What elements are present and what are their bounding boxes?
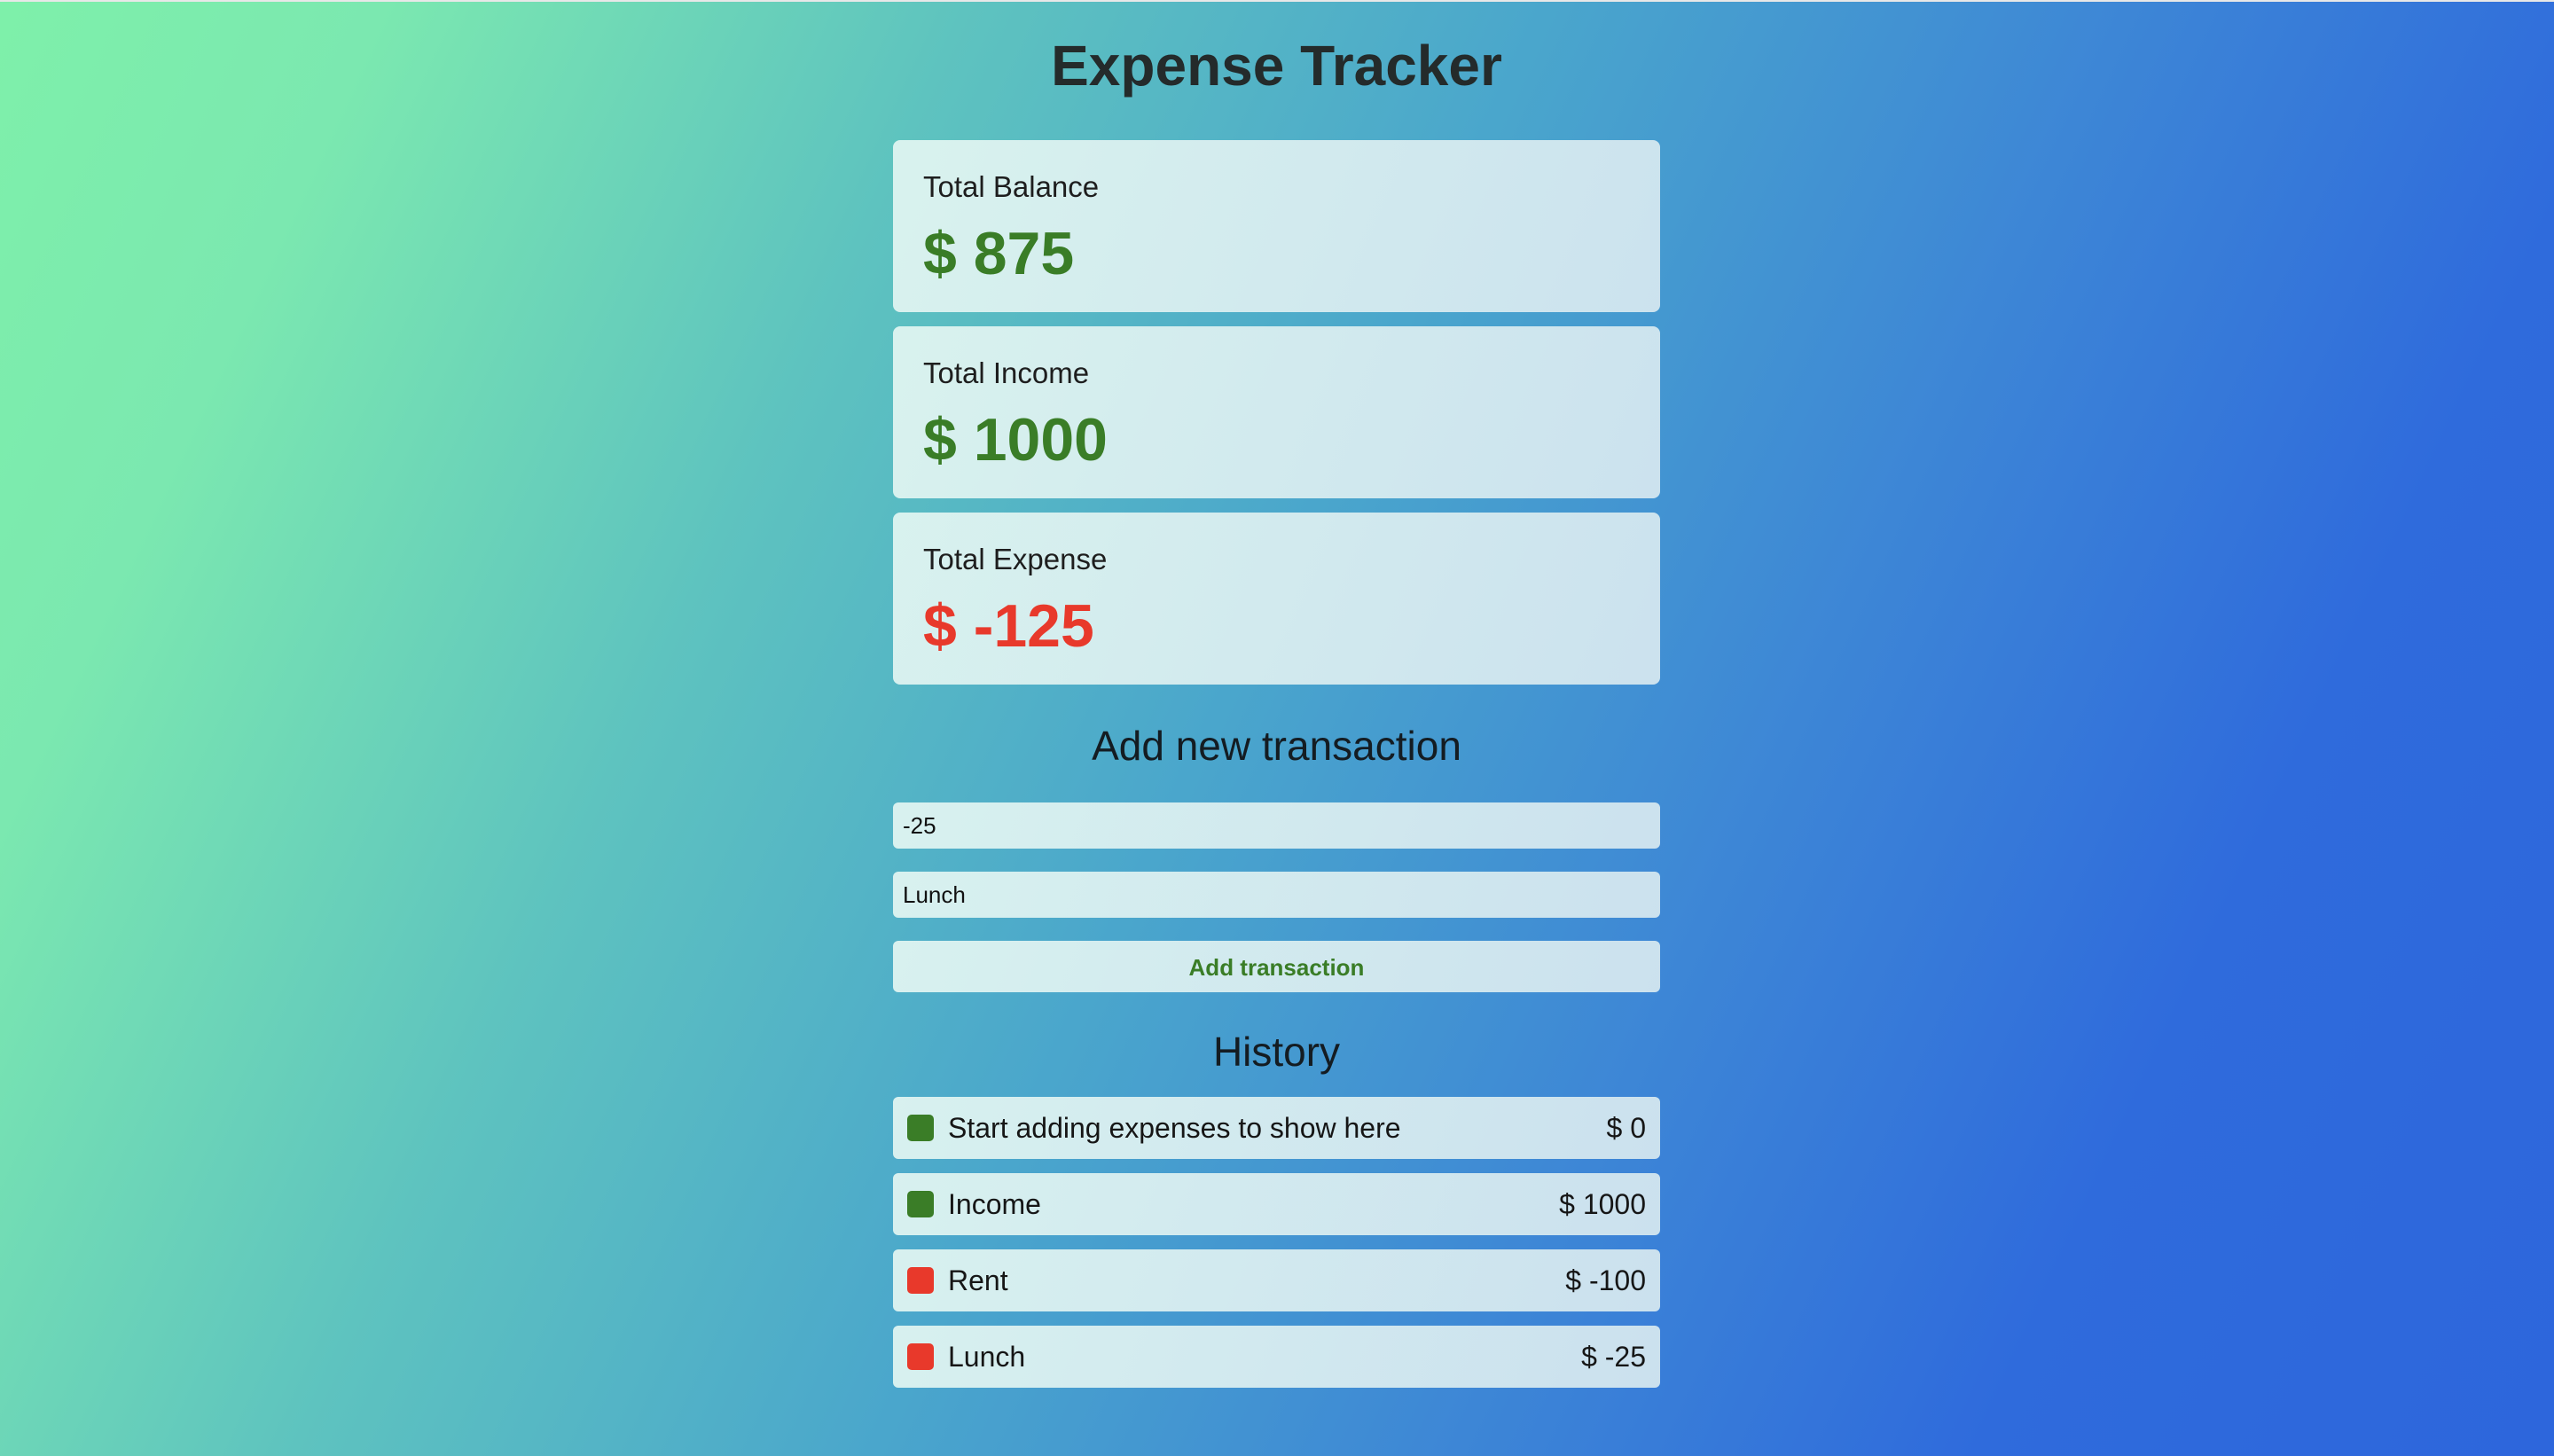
income-label: Total Income [923, 356, 1090, 389]
history-item-amount: $ -25 [1581, 1341, 1646, 1373]
expense-indicator [907, 1267, 934, 1294]
history-item-name: Rent [948, 1264, 1008, 1296]
income-card: Total Income $ 1000 [893, 326, 1660, 498]
history-heading: History [1212, 1029, 1341, 1075]
income-indicator [907, 1115, 934, 1141]
history-item: Start adding expenses to show here $ 0 [893, 1097, 1660, 1159]
history-item-amount: $ 1000 [1559, 1188, 1646, 1220]
add-transaction-heading: Add new transaction [1092, 723, 1461, 769]
expense-label: Total Expense [923, 543, 1108, 575]
amount-input[interactable] [893, 802, 1660, 849]
history-item: Income $ 1000 [893, 1173, 1660, 1235]
top-border [0, 0, 2554, 2]
expense-amount: $ -125 [923, 592, 1094, 660]
history-item-name: Start adding expenses to show here [948, 1112, 1401, 1144]
add-transaction-button[interactable]: Add transaction [893, 941, 1660, 992]
income-indicator [907, 1191, 934, 1217]
income-amount: $ 1000 [923, 406, 1108, 474]
history-item: Lunch $ -25 [893, 1326, 1660, 1388]
balance-card: Total Balance $ 875 [893, 140, 1660, 312]
history-item-name: Lunch [948, 1341, 1026, 1373]
page-title: Expense Tracker [1051, 34, 1502, 98]
description-input[interactable] [893, 872, 1660, 918]
expense-indicator [907, 1343, 934, 1370]
expense-card: Total Expense $ -125 [893, 513, 1660, 685]
history-item: Rent $ -100 [893, 1249, 1660, 1311]
balance-label: Total Balance [923, 170, 1100, 203]
balance-amount: $ 875 [923, 220, 1075, 287]
history-item-name: Income [948, 1188, 1041, 1220]
history-item-amount: $ 0 [1606, 1112, 1646, 1144]
history-item-amount: $ -100 [1565, 1264, 1646, 1296]
